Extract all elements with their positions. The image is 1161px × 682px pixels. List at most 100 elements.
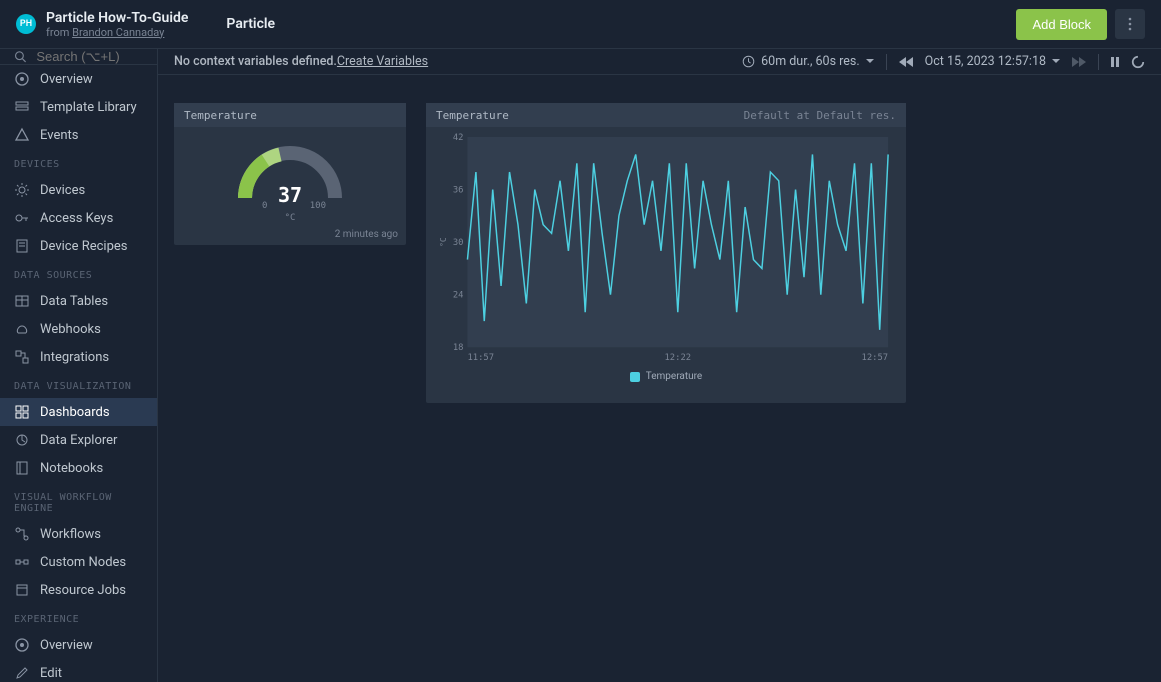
author-link[interactable]: Brandon Cannaday [72, 26, 164, 39]
gauge-unit: °C [285, 213, 296, 223]
sidebar-item-template-library[interactable]: Template Library [0, 93, 157, 121]
more-vertical-icon [1128, 17, 1132, 31]
sidebar-item-device-recipes[interactable]: Device Recipes [0, 232, 157, 260]
sidebar-item-label: Devices [40, 183, 85, 198]
nav-section-header: EXPERIENCE [0, 604, 157, 631]
sidebar-item-label: Data Tables [40, 294, 108, 309]
sidebar-item-integrations[interactable]: Integrations [0, 343, 157, 371]
svg-text:30: 30 [453, 238, 464, 248]
sidebar-item-webhooks[interactable]: Webhooks [0, 315, 157, 343]
explorer-icon [14, 432, 30, 448]
sidebar-item-label: Device Recipes [40, 239, 128, 254]
pencil-icon [14, 665, 30, 681]
sidebar-item-workflows[interactable]: Workflows [0, 520, 157, 548]
sidebar-item-label: Data Explorer [40, 433, 117, 448]
chart-title: Temperature [436, 109, 509, 122]
rewind-icon[interactable] [899, 57, 913, 67]
sidebar-item-dashboards[interactable]: Dashboards [0, 398, 157, 426]
clock-icon [742, 55, 755, 68]
line-chart: 18 24 30 36 42 °C 11:57 12:22 12:57 [434, 133, 898, 363]
pause-icon[interactable] [1111, 57, 1119, 67]
dashboard-icon [14, 404, 30, 420]
svg-text:12:57: 12:57 [862, 353, 889, 363]
forward-icon[interactable] [1072, 57, 1086, 67]
sidebar-item-events[interactable]: Events [0, 121, 157, 149]
search-icon [14, 49, 26, 64]
sidebar-item-label: Events [40, 128, 78, 143]
radar-icon [14, 637, 30, 653]
svg-text:11:57: 11:57 [467, 353, 494, 363]
chart-header-right: Default at Default res. [744, 109, 896, 122]
temperature-chart-widget[interactable]: Temperature Default at Default res. 18 24… [426, 103, 906, 403]
svg-text:36: 36 [453, 185, 464, 195]
sidebar-item-resource-jobs[interactable]: Resource Jobs [0, 576, 157, 604]
svg-text:18: 18 [453, 343, 464, 353]
timestamp-picker[interactable]: Oct 15, 2023 12:57:18 [925, 54, 1060, 69]
sidebar-item-label: Access Keys [40, 211, 113, 226]
sidebar-item-access-keys[interactable]: Access Keys [0, 204, 157, 232]
gauge-title: Temperature [184, 109, 257, 122]
sidebar-item-label: Edit [40, 666, 62, 681]
webhook-icon [14, 321, 30, 337]
svg-text:42: 42 [453, 133, 464, 143]
search-input[interactable] [36, 49, 143, 64]
notebook-icon [14, 460, 30, 476]
app-subtitle: from Brandon Cannaday [46, 26, 188, 39]
sidebar-item-label: Dashboards [40, 405, 110, 420]
sidebar-item-label: Template Library [40, 100, 137, 115]
svg-text:12:22: 12:22 [665, 353, 692, 363]
jobs-icon [14, 582, 30, 598]
sidebar-item-label: Resource Jobs [40, 583, 126, 598]
add-block-button[interactable]: Add Block [1016, 9, 1107, 40]
legend-swatch [630, 372, 640, 382]
context-message: No context variables defined. [174, 54, 337, 69]
sidebar-item-data-tables[interactable]: Data Tables [0, 287, 157, 315]
create-variables-link[interactable]: Create Variables [337, 54, 428, 69]
sidebar: Overview Template Library Events DEVICES… [0, 49, 158, 682]
sidebar-item-label: Overview [40, 72, 93, 87]
svg-text:24: 24 [453, 291, 464, 301]
gauge-min: 0 [262, 201, 267, 211]
radar-icon [14, 71, 30, 87]
sidebar-item-label: Webhooks [40, 322, 101, 337]
sidebar-item-edit[interactable]: Edit [0, 659, 157, 682]
gauge-footer: 2 minutes ago [174, 226, 406, 245]
gear-icon [14, 182, 30, 198]
gauge-widget[interactable]: Temperature 37 °C 0 100 2 minutes ago [174, 103, 406, 245]
app-title: Particle How-To-Guide [46, 10, 188, 26]
nav-section-header: DATA SOURCES [0, 260, 157, 287]
table-icon [14, 293, 30, 309]
sidebar-item-custom-nodes[interactable]: Custom Nodes [0, 548, 157, 576]
nodes-icon [14, 554, 30, 570]
nav-section-header: DEVICES [0, 149, 157, 176]
duration-picker[interactable]: 60m dur., 60s res. [742, 54, 874, 69]
more-menu-button[interactable] [1115, 9, 1145, 39]
alert-icon [14, 127, 30, 143]
svg-text:°C: °C [439, 237, 448, 247]
page-title: Particle [226, 16, 275, 32]
sidebar-item-data-explorer[interactable]: Data Explorer [0, 426, 157, 454]
recipe-icon [14, 238, 30, 254]
sidebar-item-label: Workflows [40, 527, 101, 542]
nav-section-header: DATA VISUALIZATION [0, 371, 157, 398]
gauge-max: 100 [310, 201, 326, 211]
sidebar-item-overview[interactable]: Overview [0, 65, 157, 93]
nav-section-header: VISUAL WORKFLOW ENGINE [0, 482, 157, 520]
sidebar-item-devices[interactable]: Devices [0, 176, 157, 204]
stack-icon [14, 99, 30, 115]
chevron-down-icon [1052, 59, 1060, 64]
gauge-value: 37 [278, 183, 302, 207]
sidebar-item-label: Notebooks [40, 461, 103, 476]
sidebar-item-notebooks[interactable]: Notebooks [0, 454, 157, 482]
integration-icon [14, 349, 30, 365]
key-icon [14, 210, 30, 226]
sidebar-item-label: Custom Nodes [40, 555, 126, 570]
workflow-icon [14, 526, 30, 542]
chart-legend: Temperature [434, 367, 898, 388]
sidebar-item-overview[interactable]: Overview [0, 631, 157, 659]
sidebar-item-label: Overview [40, 638, 93, 653]
chevron-down-icon [866, 59, 874, 64]
loading-spinner-icon [1131, 55, 1145, 69]
avatar: PH [16, 14, 36, 34]
sidebar-item-label: Integrations [40, 350, 109, 365]
